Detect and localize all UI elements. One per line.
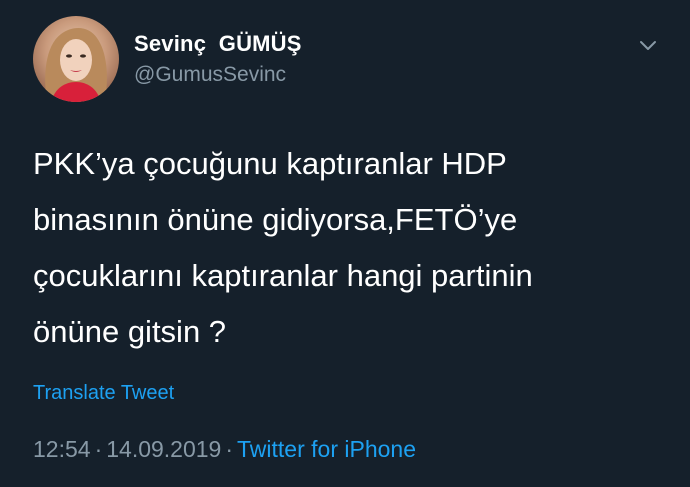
translate-tweet-link[interactable]: Translate Tweet bbox=[33, 382, 174, 405]
avatar-photo bbox=[45, 28, 107, 102]
tweet-card: Sevinç GÜMÜŞ @GumusSevinc PKK’ya çocuğun… bbox=[0, 0, 690, 487]
tweet-text: PKK’ya çocuğunu kaptıranlar HDP binasını… bbox=[33, 146, 533, 349]
tweet-meta: 12:54 · 14.09.2019 · Twitter for iPhone bbox=[33, 436, 416, 463]
tweet-date: 14.09.2019 bbox=[106, 436, 222, 462]
meta-separator: · bbox=[225, 436, 234, 462]
chevron-down-icon[interactable] bbox=[636, 36, 660, 56]
tweet-source-link[interactable]: Twitter for iPhone bbox=[237, 436, 416, 462]
tweet-time: 12:54 bbox=[33, 436, 91, 462]
meta-separator: · bbox=[94, 436, 103, 462]
avatar[interactable] bbox=[33, 16, 119, 102]
display-name[interactable]: Sevinç GÜMÜŞ bbox=[134, 31, 302, 57]
user-handle[interactable]: @GumusSevinc bbox=[134, 63, 286, 87]
